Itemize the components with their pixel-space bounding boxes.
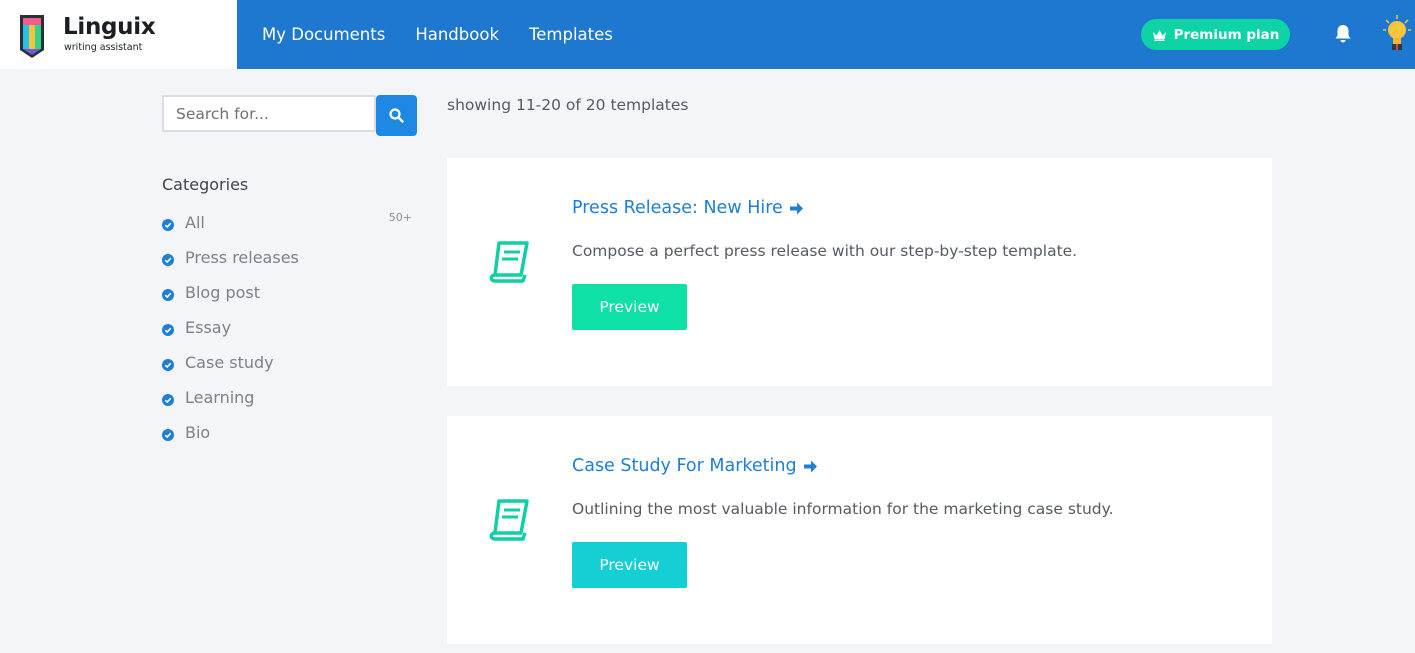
preview-button[interactable]: Preview	[572, 284, 687, 330]
search-button[interactable]	[376, 95, 417, 136]
category-label: All	[185, 213, 205, 232]
check-circle-icon	[162, 254, 174, 266]
category-blog-post[interactable]: Blog post	[162, 282, 414, 317]
linguix-logo-icon	[20, 15, 44, 58]
check-circle-icon	[162, 219, 174, 231]
category-bio[interactable]: Bio	[162, 422, 414, 457]
category-label: Case study	[185, 353, 274, 372]
premium-plan-button[interactable]: Premium plan	[1141, 19, 1290, 50]
categories-title: Categories	[162, 175, 249, 194]
arrow-right-icon	[789, 202, 803, 214]
arrow-right-icon	[803, 460, 817, 472]
template-title: Case Study For Marketing	[572, 456, 797, 476]
check-circle-icon	[162, 324, 174, 336]
check-circle-icon	[162, 359, 174, 371]
category-essay[interactable]: Essay	[162, 317, 414, 352]
category-count: 50+	[388, 211, 412, 224]
template-description: Outlining the most valuable information …	[572, 500, 1114, 518]
category-press-releases[interactable]: Press releases	[162, 247, 414, 282]
search-icon	[389, 108, 404, 123]
category-label: Press releases	[185, 248, 299, 267]
nav-handbook[interactable]: Handbook	[415, 25, 499, 44]
preview-button[interactable]: Preview	[572, 542, 687, 588]
check-circle-icon	[162, 429, 174, 441]
category-label: Essay	[185, 318, 232, 337]
logo-subtitle: writing assistant	[64, 42, 143, 53]
search-input[interactable]	[162, 95, 376, 132]
category-learning[interactable]: Learning	[162, 387, 414, 422]
check-circle-icon	[162, 289, 174, 301]
template-card: Case Study For Marketing Outlining the m…	[447, 416, 1272, 644]
main-nav: My Documents Handbook Templates	[262, 0, 643, 69]
template-title: Press Release: New Hire	[572, 198, 783, 218]
category-label: Blog post	[185, 283, 261, 302]
check-circle-icon	[162, 394, 174, 406]
bell-icon[interactable]	[1334, 24, 1352, 44]
book-icon	[489, 241, 529, 283]
nav-templates[interactable]: Templates	[529, 25, 613, 44]
lightbulb-avatar-icon[interactable]	[1382, 15, 1412, 51]
nav-my-documents[interactable]: My Documents	[262, 25, 385, 44]
category-case-study[interactable]: Case study	[162, 352, 414, 387]
category-label: Learning	[185, 388, 255, 407]
top-bar: Linguix writing assistant My Documents H…	[0, 0, 1415, 69]
template-description: Compose a perfect press release with our…	[572, 242, 1078, 260]
template-title-link[interactable]: Case Study For Marketing	[572, 456, 818, 476]
template-title-link[interactable]: Press Release: New Hire	[572, 198, 804, 218]
book-icon	[489, 499, 529, 541]
brand-logo[interactable]: Linguix writing assistant	[0, 0, 237, 69]
premium-plan-label: Premium plan	[1173, 26, 1280, 43]
categories-list: All 50+ Press releases Blog post Essay C…	[162, 211, 414, 457]
category-label: Bio	[185, 423, 211, 442]
template-card: Press Release: New Hire Compose a perfec…	[447, 158, 1272, 386]
category-all[interactable]: All 50+	[162, 211, 414, 247]
logo-wordmark: Linguix	[63, 14, 156, 40]
results-count: showing 11-20 of 20 templates	[447, 96, 689, 114]
crown-icon	[1152, 29, 1166, 41]
